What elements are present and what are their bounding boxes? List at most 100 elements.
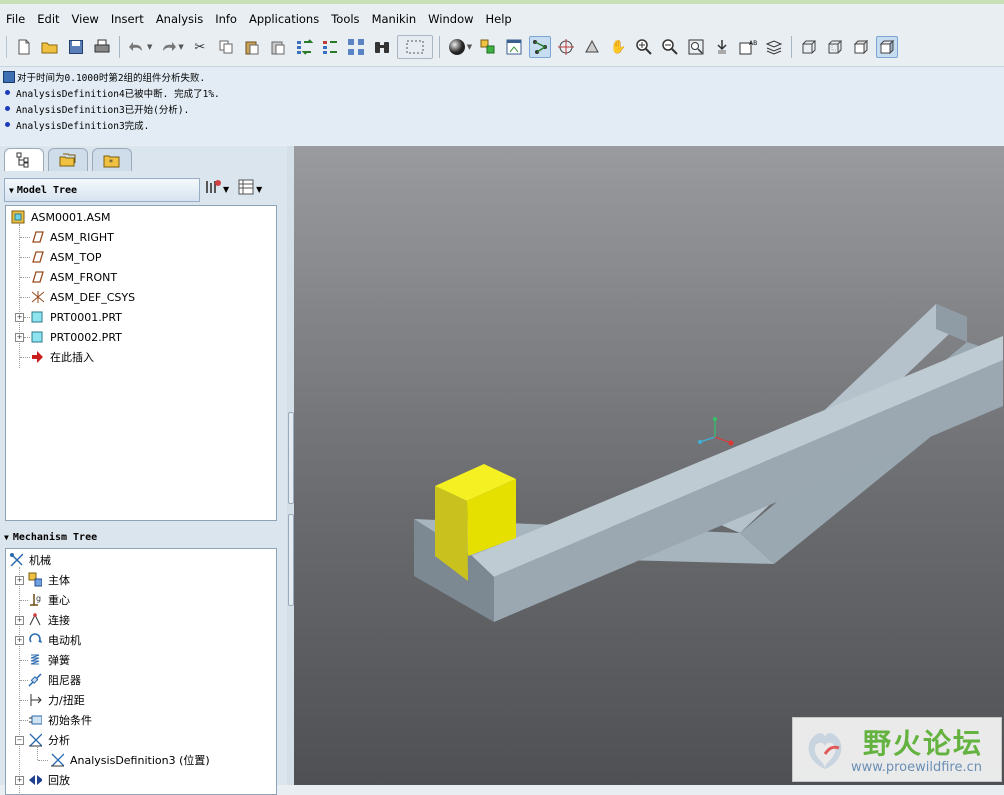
shading-icon[interactable] bbox=[876, 36, 899, 58]
pan-hand-icon[interactable]: ✋ bbox=[607, 36, 629, 58]
expand-toggle[interactable]: + bbox=[15, 333, 24, 342]
mech-item-force-torque[interactable]: 力/扭距 bbox=[28, 690, 85, 710]
print-icon[interactable] bbox=[91, 36, 113, 58]
redo-icon[interactable] bbox=[157, 36, 179, 58]
wireframe-icon[interactable] bbox=[798, 36, 820, 58]
tree-item-asm0001[interactable]: ASM0001.ASM bbox=[11, 207, 111, 227]
drag-components-icon[interactable] bbox=[529, 36, 552, 58]
new-file-icon[interactable] bbox=[13, 36, 35, 58]
tree-item-prt0001[interactable]: PRT0001.PRT bbox=[30, 307, 122, 327]
annotation-icon[interactable]: AB bbox=[737, 36, 759, 58]
tree-item-label: 阻尼器 bbox=[48, 674, 81, 687]
zoom-out-icon[interactable] bbox=[659, 36, 681, 58]
tree-item-prt0002[interactable]: PRT0002.PRT bbox=[30, 327, 122, 347]
mechanism-tree-title: Mechanism Tree bbox=[12, 531, 98, 543]
redo-dropdown-icon[interactable]: ▼ bbox=[178, 43, 183, 51]
orient-icon[interactable] bbox=[581, 36, 603, 58]
tab-model-tree[interactable] bbox=[4, 148, 44, 171]
svg-text:AB: AB bbox=[749, 40, 757, 47]
body-icon bbox=[28, 572, 42, 587]
message-line: AnalysisDefinition3完成. bbox=[3, 117, 149, 132]
tree-item-label: 分析 bbox=[48, 734, 70, 747]
tree-item-asm-front[interactable]: ASM_FRONT bbox=[30, 267, 117, 287]
menu-edit[interactable]: Edit bbox=[31, 12, 65, 26]
analysis-definition-icon bbox=[50, 753, 64, 767]
zoom-in-icon[interactable] bbox=[633, 36, 655, 58]
cut-icon[interactable]: ✂ bbox=[189, 36, 211, 58]
menu-file[interactable]: File bbox=[0, 12, 31, 26]
open-folder-icon[interactable] bbox=[39, 36, 61, 58]
tree-item-label: PRT0001.PRT bbox=[50, 310, 122, 324]
save-icon[interactable] bbox=[65, 36, 87, 58]
mech-item-analyses[interactable]: 分析 bbox=[28, 730, 70, 750]
no-hidden-icon[interactable] bbox=[850, 36, 872, 58]
display-style-dropdown-icon[interactable]: ▼ bbox=[467, 43, 472, 51]
datum-plane-icon bbox=[30, 250, 44, 264]
mech-item-playbacks[interactable]: 回放 bbox=[28, 770, 70, 790]
find-icon[interactable] bbox=[345, 36, 367, 58]
refit-icon[interactable] bbox=[685, 36, 707, 58]
mech-item-connections[interactable]: 连接 bbox=[28, 610, 70, 630]
layer-stack-icon[interactable] bbox=[763, 36, 785, 58]
expand-toggle[interactable]: + bbox=[15, 313, 24, 322]
mechanism-tree-header[interactable]: ▼ Mechanism Tree bbox=[4, 528, 97, 546]
paste-special-icon[interactable] bbox=[267, 36, 289, 58]
undo-dropdown-icon[interactable]: ▼ bbox=[147, 43, 152, 51]
mech-item-initial-conditions[interactable]: 初始条件 bbox=[28, 710, 92, 730]
menu-applications[interactable]: Applications bbox=[243, 12, 325, 26]
spin-icon[interactable] bbox=[711, 36, 733, 58]
expand-toggle[interactable]: + bbox=[15, 616, 24, 625]
menu-analysis[interactable]: Analysis bbox=[150, 12, 209, 26]
tree-item-insert-here[interactable]: 在此插入 bbox=[30, 347, 94, 367]
layers-icon[interactable] bbox=[477, 36, 499, 58]
model-tree-header[interactable]: ▼ Model Tree bbox=[4, 178, 200, 202]
tree-item-asm-top[interactable]: ASM_TOP bbox=[30, 247, 102, 267]
menu-tools[interactable]: Tools bbox=[325, 12, 365, 26]
panel-splitter[interactable] bbox=[287, 146, 294, 785]
mech-item-motors[interactable]: 电动机 bbox=[28, 630, 81, 650]
collapse-arrow-icon[interactable]: ▼ bbox=[9, 186, 14, 195]
menu-manikin[interactable]: Manikin bbox=[366, 12, 423, 26]
view-manager-icon[interactable] bbox=[503, 36, 525, 58]
hidden-line-icon[interactable] bbox=[824, 36, 846, 58]
regen-manager-icon[interactable] bbox=[319, 36, 341, 58]
menu-window[interactable]: Window bbox=[422, 12, 479, 26]
tree-columns-icon[interactable] bbox=[237, 178, 255, 200]
sphere-display-icon[interactable] bbox=[446, 36, 468, 58]
tree-item-label: ASM_TOP bbox=[50, 250, 102, 264]
mech-item-root[interactable]: 机械 bbox=[9, 550, 51, 570]
paste-icon[interactable] bbox=[241, 36, 263, 58]
assembly-icon bbox=[11, 210, 25, 224]
tree-item-label: 重心 bbox=[48, 594, 70, 607]
menu-info[interactable]: Info bbox=[209, 12, 243, 26]
analysis-icon bbox=[28, 733, 42, 747]
mech-item-dampers[interactable]: 阻尼器 bbox=[28, 670, 81, 690]
menu-view[interactable]: View bbox=[66, 12, 105, 26]
select-box-icon[interactable] bbox=[396, 35, 433, 59]
tree-settings-dropdown-icon[interactable]: ▼ bbox=[223, 185, 229, 194]
tab-folder-browser[interactable] bbox=[48, 148, 88, 171]
collapse-toggle[interactable]: − bbox=[15, 736, 24, 745]
undo-icon[interactable] bbox=[126, 36, 148, 58]
spin-center-icon[interactable] bbox=[555, 36, 577, 58]
expand-toggle[interactable]: + bbox=[15, 576, 24, 585]
expand-toggle[interactable]: + bbox=[15, 776, 24, 785]
mech-item-gravity[interactable]: g 重心 bbox=[28, 590, 70, 610]
expand-toggle[interactable]: + bbox=[15, 636, 24, 645]
tree-columns-dropdown-icon[interactable]: ▼ bbox=[256, 185, 262, 194]
mech-item-analysis-definition3[interactable]: AnalysisDefinition3 (位置) bbox=[50, 750, 210, 770]
copy-icon[interactable] bbox=[215, 36, 237, 58]
menu-help[interactable]: Help bbox=[480, 12, 518, 26]
mech-item-bodies[interactable]: 主体 bbox=[28, 570, 70, 590]
collapse-arrow-icon[interactable]: ▼ bbox=[4, 533, 9, 542]
graphics-viewport[interactable] bbox=[294, 146, 1004, 785]
tree-settings-icon[interactable] bbox=[204, 178, 222, 200]
menu-insert[interactable]: Insert bbox=[105, 12, 150, 26]
tree-guide-line bbox=[20, 660, 28, 661]
regenerate-icon[interactable] bbox=[293, 36, 315, 58]
tree-item-asm-right[interactable]: ASM_RIGHT bbox=[30, 227, 114, 247]
mech-item-springs[interactable]: 弹簧 bbox=[28, 650, 70, 670]
binoculars-icon[interactable] bbox=[371, 36, 393, 58]
tab-favorites[interactable]: * bbox=[92, 148, 132, 171]
tree-item-asm-def-csys[interactable]: ASM_DEF_CSYS bbox=[30, 287, 135, 307]
